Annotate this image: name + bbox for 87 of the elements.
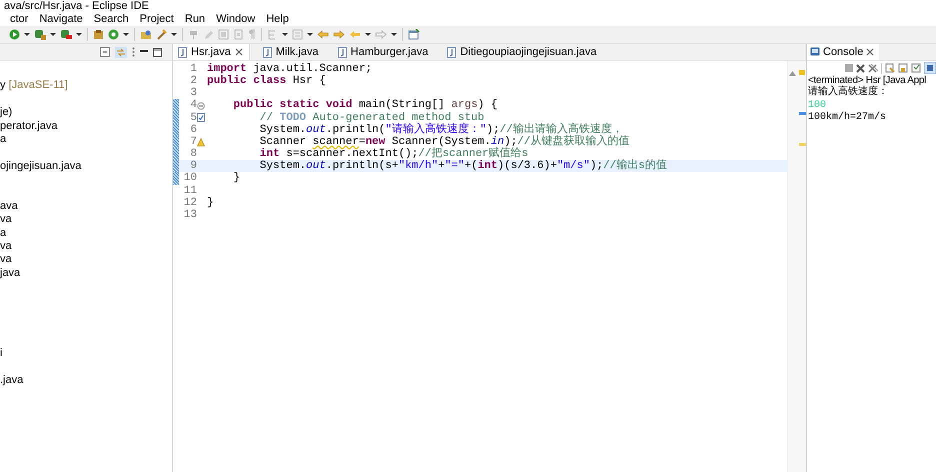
forward-icon[interactable] — [333, 29, 345, 40]
line-number: 9 — [189, 160, 197, 172]
menu-item[interactable]: Search — [88, 13, 134, 26]
tree-item[interactable]: ojingejisuan.java — [0, 160, 82, 174]
class-icon[interactable] — [108, 29, 119, 40]
debug-icon[interactable] — [34, 29, 46, 40]
tree-item[interactable]: va — [0, 213, 12, 227]
maximize-icon[interactable] — [153, 48, 162, 56]
remove-all-icon[interactable] — [868, 64, 878, 72]
code-line: System.out.println(s+"km/h"+"="+(int)(s/3.6)+"m/s");//输出s的值 — [258, 160, 667, 172]
menu-item[interactable]: Window — [210, 13, 260, 26]
menu-item[interactable]: Navigate — [33, 13, 88, 26]
warning-icon — [197, 138, 205, 147]
code-line: } — [232, 172, 240, 185]
remove-icon[interactable] — [856, 64, 865, 72]
stop-icon[interactable] — [60, 29, 72, 40]
editor-tab[interactable]: Milk.java — [258, 44, 325, 60]
line-number: 5 — [189, 112, 197, 124]
menu-item[interactable]: Run — [178, 13, 210, 26]
tree-item[interactable]: va — [0, 240, 12, 254]
java-file-icon — [178, 46, 187, 58]
menu-item[interactable]: Help — [260, 13, 294, 26]
console-line: 请输入高铁速度： — [807, 87, 889, 100]
line-number: 11 — [182, 184, 197, 197]
tree-item[interactable]: je) — [0, 106, 12, 120]
console-status: <terminated> Hsr [Java Appl — [807, 75, 928, 86]
scroll-lock-icon[interactable] — [898, 63, 908, 73]
task-icon — [197, 113, 205, 122]
editor-tab[interactable]: Hsr.java — [173, 44, 250, 60]
package-icon[interactable] — [93, 29, 104, 40]
menu-item[interactable]: ctor — [4, 13, 34, 26]
line-number: 3 — [189, 87, 197, 100]
menu-item[interactable]: Project — [134, 13, 179, 26]
console-line: 100 — [807, 100, 828, 112]
java-file-icon — [338, 46, 347, 58]
tree-item[interactable]: perator.java — [0, 120, 58, 133]
tree-item[interactable]: .java — [0, 374, 24, 388]
clear-icon[interactable] — [885, 63, 895, 73]
line-number: 12 — [182, 196, 197, 209]
tree-item[interactable]: a — [0, 132, 6, 146]
code-line: } — [207, 196, 214, 209]
line-number: 10 — [182, 172, 197, 185]
folder-icon[interactable] — [140, 29, 152, 40]
line-number: 8 — [189, 148, 197, 160]
error-marker-icon[interactable] — [799, 70, 805, 75]
wand-icon[interactable] — [156, 29, 167, 40]
code-line: import java.util.Scanner; — [207, 63, 372, 75]
code-line: int s=scanner.nextInt();//把scanner赋值给s — [258, 148, 528, 160]
code-line: Scanner scanner=new Scanner(System.in);//从键盘获取输入的值 — [258, 136, 630, 148]
warning-marker-icon[interactable] — [799, 143, 806, 146]
code-line: System.out.println("请输入高铁速度：");//输出请输入高铁速度， — [258, 124, 623, 136]
tree-item[interactable]: ava — [0, 200, 18, 214]
code-line: // TODO Auto-generated method stub — [258, 112, 484, 124]
collapse-all-icon[interactable] — [100, 47, 110, 57]
code-line: public class Hsr { — [207, 75, 326, 88]
fold-icon[interactable] — [197, 102, 205, 110]
line-number: 1 — [189, 63, 197, 76]
close-icon[interactable] — [234, 48, 243, 56]
tree-item[interactable]: i — [0, 347, 2, 361]
window-title: ava/src/Hsr.java - Eclipse IDE — [4, 0, 149, 13]
code-line: public static void main(String[] args) { — [232, 99, 498, 112]
back-icon[interactable] — [317, 29, 329, 40]
console-tab[interactable]: Console — [807, 44, 880, 60]
tree-item[interactable]: a — [0, 226, 6, 240]
tree-item[interactable]: y [JavaSE-11] — [0, 79, 68, 93]
pin-console-icon[interactable] — [924, 62, 936, 74]
java-file-icon — [447, 46, 456, 58]
line-number: 4 — [189, 99, 197, 112]
tree-item[interactable]: java — [0, 266, 20, 280]
view-menu-icon[interactable] — [132, 47, 135, 57]
tree-item[interactable]: va — [0, 253, 12, 267]
window-icon[interactable] — [408, 29, 420, 40]
java-file-icon — [262, 46, 272, 58]
close-icon[interactable] — [866, 48, 874, 56]
editor-tab[interactable]: Hamburger.java — [332, 44, 434, 60]
console-icon — [810, 47, 820, 57]
word-wrap-icon[interactable] — [911, 63, 921, 73]
run-icon[interactable] — [9, 29, 20, 40]
line-number: 7 — [189, 136, 197, 148]
link-icon[interactable] — [115, 46, 127, 58]
occurrence-marker-icon[interactable] — [799, 112, 806, 115]
console-line: 100km/h=27m/s — [807, 112, 888, 124]
scroll-up-icon[interactable] — [789, 71, 796, 76]
line-number: 2 — [189, 75, 197, 88]
line-number: 13 — [182, 208, 197, 222]
editor-tab[interactable]: Ditiegoupiaojingejisuan.java — [442, 44, 603, 60]
line-number: 6 — [189, 124, 197, 136]
